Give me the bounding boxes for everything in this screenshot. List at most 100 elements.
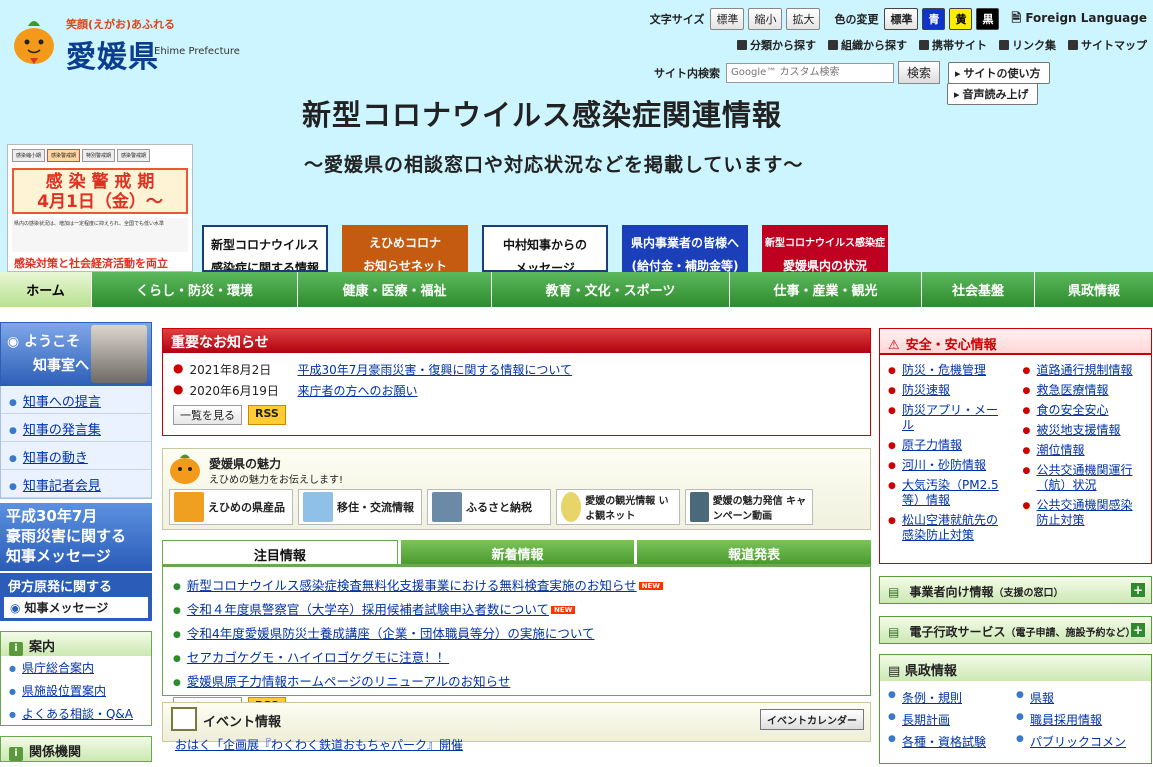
safety-link-item[interactable]: 原子力情報 — [888, 436, 1009, 456]
read-aloud-button[interactable]: 音声読み上げ — [947, 83, 1038, 105]
search-button[interactable]: 検索 — [898, 61, 941, 84]
search-input[interactable] — [726, 62, 894, 83]
admin-link[interactable]: パブリックコメン — [1030, 735, 1126, 749]
governor-link-label[interactable]: 知事への提言 — [23, 395, 101, 410]
covid-info-banner[interactable]: 新型コロナウイルス 感染症に関する情報 — [202, 225, 328, 272]
safety-link-item[interactable]: 松山空港就航先の感染防止対策 — [888, 511, 1009, 546]
nav-prefectural-admin[interactable]: 県政情報 — [1035, 272, 1153, 307]
nav-infrastructure[interactable]: 社会基盤 — [922, 272, 1035, 307]
governor-link-label[interactable]: 知事の発言集 — [23, 423, 101, 438]
admin-link[interactable]: 職員採用情報 — [1030, 713, 1102, 727]
safety-link[interactable]: 大気汚染（PM2.5等）情報 — [902, 478, 999, 507]
governor-link[interactable]: 知事の動き — [1, 442, 151, 470]
business-info-bar[interactable]: 事業者向け情報（支援の窓口） + — [879, 576, 1152, 604]
featured-link[interactable]: 令和4年度愛媛県防災士養成講座（企業・団体職員等分）の実施について — [187, 626, 595, 641]
disaster-message-banner[interactable]: 平成30年7月 豪雨災害に関する 知事メッセージ — [0, 503, 152, 571]
event-calendar-button[interactable]: イベントカレンダー — [760, 709, 864, 730]
expand-plus-icon[interactable]: + — [1131, 583, 1145, 597]
admin-link-item[interactable]: 職員採用情報 — [1016, 709, 1142, 731]
guide-item[interactable]: 県施設位置案内 — [1, 679, 151, 702]
tab-new-arrivals[interactable]: 新着情報 — [400, 540, 635, 564]
font-size-enlarge-button[interactable]: 拡大 — [786, 8, 821, 30]
nav-work-industry-tourism[interactable]: 仕事・産業・観光 — [730, 272, 922, 307]
safety-link[interactable]: 公共交通機関運行（航）状況 — [1037, 463, 1133, 492]
site-logo[interactable]: 笑顔(えがお)あふれる 愛媛県 Ehime Prefecture — [6, 10, 246, 75]
safety-link-item[interactable]: 潮位情報 — [1023, 441, 1144, 461]
view-list-button[interactable]: 一覧を見る — [173, 405, 242, 425]
admin-link-item[interactable]: 県報 — [1016, 687, 1142, 709]
safety-link[interactable]: 道路通行規制情報 — [1037, 363, 1133, 377]
nav-life-disaster-environment[interactable]: くらし・防災・環境 — [92, 272, 298, 307]
featured-link[interactable]: 新型コロナウイルス感染症検査無料化支援事業における無料検査実施のお知らせ — [187, 578, 637, 593]
governor-link-label[interactable]: 知事の動き — [23, 451, 88, 466]
business-support-banner[interactable]: 県内事業者の皆様へ (給付金・補助金等) — [622, 225, 748, 272]
link-collection-link[interactable]: リンク集 — [999, 37, 1056, 53]
safety-link[interactable]: 食の安全安心 — [1037, 403, 1109, 417]
guide-item-label[interactable]: 県施設位置案内 — [22, 684, 106, 698]
sitemap-link[interactable]: サイトマップ — [1068, 37, 1147, 53]
safety-link-item[interactable]: 河川・砂防情報 — [888, 456, 1009, 476]
tab-featured[interactable]: 注目情報 — [162, 540, 398, 564]
products-tile[interactable]: えひめの県産品 — [169, 489, 293, 525]
ikata-button[interactable]: 知事メッセージ — [4, 597, 148, 618]
safety-link-item[interactable]: 公共交通機関感染防止対策 — [1023, 496, 1144, 531]
safety-link[interactable]: 河川・砂防情報 — [902, 458, 986, 472]
safety-link-item[interactable]: 防災速報 — [888, 381, 1009, 401]
admin-link-item[interactable]: 長期計画 — [888, 709, 1014, 731]
expand-plus-icon[interactable]: + — [1131, 623, 1145, 637]
guide-item-label[interactable]: よくある相談・Q&A — [22, 707, 133, 721]
mobile-site-link[interactable]: 携帯サイト — [919, 37, 987, 53]
safety-link-item[interactable]: 防災アプリ・メール — [888, 401, 1009, 436]
admin-link[interactable]: 長期計画 — [902, 713, 950, 727]
event-link[interactable]: おはく「企画展『わくわく鉄道おもちゃパーク』開催 — [175, 736, 463, 753]
admin-link[interactable]: 県報 — [1030, 691, 1054, 705]
admin-link-item[interactable]: 条例・規則 — [888, 687, 1014, 709]
featured-link[interactable]: 愛媛県原子力情報ホームページのリニューアルのお知らせ — [187, 674, 511, 689]
safety-link-item[interactable]: 公共交通機関運行（航）状況 — [1023, 461, 1144, 496]
featured-link[interactable]: セアカゴケグモ・ハイイロゴケグモに注意！！ — [187, 650, 449, 665]
how-to-use-button[interactable]: サイトの使い方 — [948, 61, 1050, 84]
guide-item[interactable]: よくある相談・Q&A — [1, 702, 151, 725]
governor-link[interactable]: 知事記者会見 — [1, 470, 151, 498]
nav-home[interactable]: ホーム — [0, 272, 92, 307]
admin-link[interactable]: 条例・規則 — [902, 691, 962, 705]
governor-message-banner[interactable]: 中村知事からの メッセージ — [482, 225, 608, 272]
font-size-standard-button[interactable]: 標準 — [710, 8, 745, 30]
admin-link-item[interactable]: 各種・資格試験 — [888, 731, 1014, 753]
admin-link[interactable]: 各種・資格試験 — [902, 735, 986, 749]
tab-press-releases[interactable]: 報道発表 — [637, 540, 872, 564]
safety-link[interactable]: 防災アプリ・メール — [902, 403, 998, 432]
organization-search-link[interactable]: 組織から探す — [828, 37, 907, 53]
nav-health-medical-welfare[interactable]: 健康・医療・福祉 — [298, 272, 492, 307]
color-blue-button[interactable]: 青 — [922, 8, 946, 30]
safety-link[interactable]: 潮位情報 — [1037, 443, 1085, 457]
color-standard-button[interactable]: 標準 — [884, 8, 919, 30]
foreign-language-link[interactable]: 🗎 Foreign Language — [1011, 9, 1147, 30]
e-government-bar[interactable]: 電子行政サービス（電子申請、施設予約など） + — [879, 616, 1152, 644]
related-orgs-box[interactable]: 関係機関 — [0, 736, 152, 762]
notice-link[interactable]: 平成30年7月豪雨災害・復興に関する情報について — [297, 361, 572, 378]
safety-link-item[interactable]: 被災地支援情報 — [1023, 421, 1144, 441]
governor-office-banner[interactable]: ◉ ようこそ 知事室へ — [0, 322, 152, 386]
safety-link-item[interactable]: 食の安全安心 — [1023, 401, 1144, 421]
governor-link[interactable]: 知事への提言 — [1, 386, 151, 414]
safety-link-item[interactable]: 大気汚染（PM2.5等）情報 — [888, 476, 1009, 511]
safety-link[interactable]: 原子力情報 — [902, 438, 962, 452]
rss-button[interactable]: RSS — [248, 405, 286, 425]
governor-link[interactable]: 知事の発言集 — [1, 414, 151, 442]
governor-link-label[interactable]: 知事記者会見 — [23, 479, 101, 494]
ehime-corona-net-banner[interactable]: えひめコロナ お知らせネット — [342, 225, 468, 272]
color-black-button[interactable]: 黒 — [976, 8, 1000, 30]
safety-link-item[interactable]: 防災・危機管理 — [888, 361, 1009, 381]
color-yellow-button[interactable]: 黄 — [949, 8, 973, 30]
guide-item[interactable]: 県庁総合案内 — [1, 656, 151, 679]
featured-link[interactable]: 令和４年度県警察官（大学卒）採用候補者試験申込者数について — [187, 602, 549, 617]
safety-link[interactable]: 防災速報 — [902, 383, 950, 397]
safety-link-item[interactable]: 道路通行規制情報 — [1023, 361, 1144, 381]
font-size-shrink-button[interactable]: 縮小 — [748, 8, 783, 30]
safety-link[interactable]: 救急医療情報 — [1037, 383, 1109, 397]
prefecture-status-banner[interactable]: 新型コロナウイルス感染症 愛媛県内の状況 — [762, 225, 888, 272]
guide-item-label[interactable]: 県庁総合案内 — [22, 661, 94, 675]
category-search-link[interactable]: 分類から探す — [737, 37, 816, 53]
admin-link-item[interactable]: パブリックコメン — [1016, 731, 1142, 753]
